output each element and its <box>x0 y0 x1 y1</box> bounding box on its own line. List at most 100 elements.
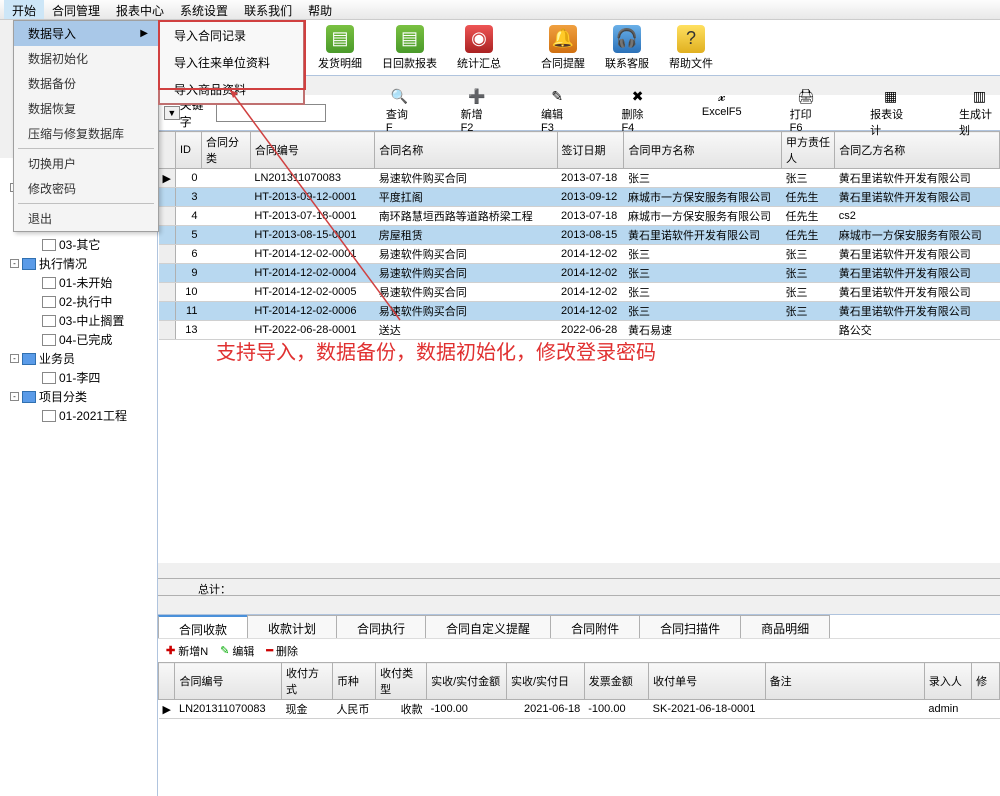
folder-icon <box>22 353 36 365</box>
nav-tree: 1-2021-收付类型01-收款02-付款03-其它-执行情况01-未开始02-… <box>0 158 158 796</box>
detail-tab[interactable]: 合同自定义提醒 <box>425 615 551 638</box>
detail-tab[interactable]: 收款计划 <box>247 615 337 638</box>
annotation-text: 支持导入，数据备份，数据初始化，修改登录密码 <box>216 336 656 365</box>
start-dropdown: 数据导入▶ 数据初始化 数据备份 数据恢复 压缩与修复数据库 切换用户 修改密码… <box>13 20 159 232</box>
tb2-icon: ➕ <box>467 88 487 106</box>
pencil-icon: ✎ <box>220 644 229 657</box>
btn-edit[interactable]: ✎编辑 <box>220 643 254 659</box>
btn-del[interactable]: ━删除 <box>266 643 298 659</box>
col-header[interactable]: 收付类型 <box>376 663 427 700</box>
ditem-switchuser[interactable]: 切换用户 <box>14 151 158 176</box>
col-header[interactable]: 备注 <box>765 663 924 700</box>
tbtn-service[interactable]: 🎧联系客服 <box>595 21 659 75</box>
tb2-icon: 🖨 <box>796 88 816 106</box>
headset-icon: 🎧 <box>613 25 641 53</box>
tree-node[interactable]: -执行情况 <box>2 254 155 273</box>
folder-icon <box>42 277 56 289</box>
folder-icon <box>42 315 56 327</box>
folder-icon <box>42 372 56 384</box>
menu-start[interactable]: 开始 <box>4 0 44 19</box>
tb2-btn-4[interactable]: 𝔁ExcelF5 <box>702 88 742 138</box>
dropdown-toggle-icon[interactable]: ▼ <box>164 106 180 120</box>
detail-tab[interactable]: 合同收款 <box>158 615 248 638</box>
folder-icon <box>42 410 56 422</box>
tree-toggle-icon[interactable]: - <box>10 354 19 363</box>
tree-node[interactable]: -项目分类 <box>2 387 155 406</box>
detail-tab[interactable]: 合同附件 <box>550 615 640 638</box>
tree-node[interactable]: 02-执行中 <box>2 292 155 311</box>
menubar: 开始 合同管理 报表中心 系统设置 联系我们 帮助 <box>0 0 1000 20</box>
tb2-icon: ▦ <box>881 88 901 106</box>
col-header[interactable]: 合同编号 <box>175 663 282 700</box>
tree-node[interactable]: 03-中止搁置 <box>2 311 155 330</box>
daily-icon: ▤ <box>396 25 424 53</box>
tb2-icon: ▥ <box>970 88 990 106</box>
detail-tabs: 合同收款收款计划合同执行合同自定义提醒合同附件合同扫描件商品明细 <box>158 614 1000 638</box>
menu-settings[interactable]: 系统设置 <box>172 0 236 19</box>
tbtn-stats[interactable]: ◉统计汇总 <box>447 21 511 75</box>
folder-icon <box>22 391 36 403</box>
col-header[interactable]: 修 <box>972 663 1000 700</box>
tb2-btn-7[interactable]: ▥生成计划 <box>959 88 1000 138</box>
col-header[interactable]: 收付方式 <box>282 663 333 700</box>
col-header[interactable]: 实收/实付金额 <box>427 663 507 700</box>
ditem-backup[interactable]: 数据备份 <box>14 71 158 96</box>
tree-toggle-icon[interactable]: - <box>10 392 19 401</box>
tree-node[interactable]: 01-李四 <box>2 368 155 387</box>
tb2-icon: 𝔁 <box>712 88 732 106</box>
detail-toolbar: ✚新增N ✎编辑 ━删除 <box>158 638 1000 662</box>
detail-tab[interactable]: 合同执行 <box>336 615 426 638</box>
tbtn-delivery[interactable]: ▤发货明细 <box>308 21 372 75</box>
ditem-init[interactable]: 数据初始化 <box>14 46 158 71</box>
tree-node[interactable]: 01-未开始 <box>2 273 155 292</box>
help-icon: ? <box>677 25 705 53</box>
col-header[interactable]: 收付单号 <box>649 663 765 700</box>
ditem-changepw[interactable]: 修改密码 <box>14 176 158 201</box>
folder-icon <box>42 296 56 308</box>
ditem-compact[interactable]: 压缩与修复数据库 <box>14 121 158 146</box>
tb2-icon: ✖ <box>628 88 648 106</box>
col-header[interactable]: 发票金额 <box>584 663 648 700</box>
payment-grid[interactable]: 合同编号收付方式币种收付类型实收/实付金额实收/实付日发票金额收付单号备注录入人… <box>158 662 1000 796</box>
tbtn-remind[interactable]: 🔔合同提醒 <box>531 21 595 75</box>
summary-bar: 总计： <box>158 578 1000 596</box>
stats-icon: ◉ <box>465 25 493 53</box>
bell-icon: 🔔 <box>549 25 577 53</box>
tb2-btn-5[interactable]: 🖨打印F6 <box>790 88 822 138</box>
col-header[interactable]: ID <box>175 132 201 169</box>
col-header[interactable]: 币种 <box>332 663 375 700</box>
col-header[interactable]: 录入人 <box>924 663 971 700</box>
tree-node[interactable]: -业务员 <box>2 349 155 368</box>
folder-icon <box>42 334 56 346</box>
menu-help[interactable]: 帮助 <box>300 0 340 19</box>
detail-tab[interactable]: 合同扫描件 <box>639 615 741 638</box>
annotation-arrow <box>230 90 430 340</box>
detail-tab[interactable]: 商品明细 <box>740 615 830 638</box>
tb2-btn-6[interactable]: ▦报表设计 <box>870 88 911 138</box>
tree-toggle-icon[interactable]: - <box>10 259 19 268</box>
ditem-exit[interactable]: 退出 <box>14 206 158 231</box>
folder-icon <box>22 258 36 270</box>
sitem-contract[interactable]: 导入合同记录 <box>160 22 303 49</box>
sitem-unit[interactable]: 导入往来单位资料 <box>160 49 303 76</box>
ditem-import[interactable]: 数据导入▶ <box>14 21 158 46</box>
col-header[interactable]: 实收/实付日 <box>506 663 584 700</box>
menu-report[interactable]: 报表中心 <box>108 0 172 19</box>
menu-contact[interactable]: 联系我们 <box>236 0 300 19</box>
delivery-icon: ▤ <box>326 25 354 53</box>
tree-node[interactable]: 04-已完成 <box>2 330 155 349</box>
chevron-right-icon: ▶ <box>140 28 148 39</box>
tbtn-helpfile[interactable]: ?帮助文件 <box>659 21 723 75</box>
folder-icon <box>42 239 56 251</box>
tb2-btn-1[interactable]: ➕新增F2 <box>461 88 493 138</box>
tree-node[interactable]: 03-其它 <box>2 235 155 254</box>
tb2-btn-2[interactable]: ✎编辑F3 <box>541 88 573 138</box>
btn-add[interactable]: ✚新增N <box>166 643 208 659</box>
menu-contract[interactable]: 合同管理 <box>44 0 108 19</box>
tree-node[interactable]: 01-2021工程 <box>2 406 155 425</box>
plus-icon: ✚ <box>166 644 175 657</box>
tbtn-daily[interactable]: ▤日回款报表 <box>372 21 447 75</box>
minus-icon: ━ <box>266 644 273 657</box>
tb2-btn-3[interactable]: ✖删除F4 <box>621 88 653 138</box>
ditem-restore[interactable]: 数据恢复 <box>14 96 158 121</box>
